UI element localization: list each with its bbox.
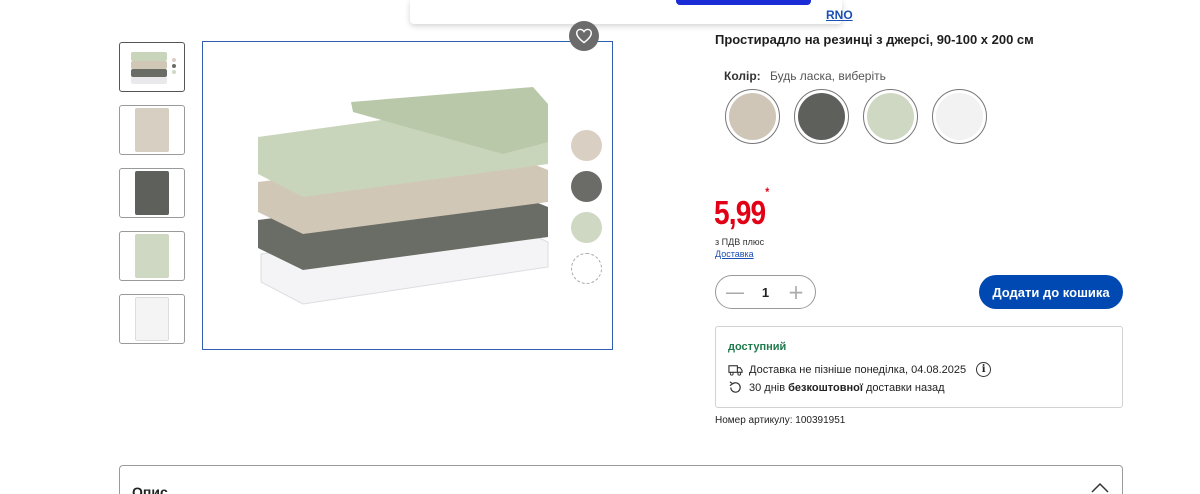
price: 5,99* — [714, 185, 769, 232]
return-text: 30 днів безкоштовної доставки назад — [749, 381, 945, 394]
delivery-link[interactable]: Доставка — [715, 249, 754, 259]
color-swatch-grey[interactable] — [794, 89, 849, 144]
thumbnail-4[interactable] — [119, 231, 185, 281]
color-dot-beige — [571, 130, 602, 161]
delivery-date-text: Доставка не пізніше понеділка, 04.08.202… — [749, 363, 967, 376]
color-swatch-white[interactable] — [932, 89, 987, 144]
popup-button[interactable] — [676, 0, 811, 5]
description-title: Опис — [132, 484, 168, 494]
quantity-increase-button[interactable]: + — [786, 280, 806, 304]
color-dot-green — [571, 212, 602, 243]
thumbnail-5[interactable] — [119, 294, 185, 344]
color-value: Будь ласка, виберіть — [769, 69, 886, 83]
info-icon[interactable]: i — [976, 362, 992, 377]
sheet-stack-illustration — [258, 87, 549, 305]
thumbnail-list — [119, 42, 185, 357]
color-dot-white — [571, 253, 602, 284]
quantity-stepper: — 1 + — [715, 275, 816, 309]
description-accordion[interactable]: Опис — [119, 465, 1123, 494]
thumbnail-stack-image — [131, 52, 176, 84]
return-icon — [728, 380, 743, 395]
wishlist-button[interactable] — [569, 21, 599, 51]
thumbnail-1[interactable] — [119, 42, 185, 92]
truck-icon — [728, 362, 743, 377]
color-label: Колір: — [724, 69, 761, 83]
color-selector-label: Колір: Будь ласка, виберіть — [724, 69, 886, 83]
vat-text: з ПДВ плюс — [715, 237, 765, 247]
brand-link[interactable]: RNO — [826, 8, 853, 22]
thumbnail-grey-swatch — [135, 171, 169, 215]
thumbnail-green-swatch — [135, 234, 169, 278]
price-amount: 5,99 — [714, 194, 766, 231]
product-title: Простирадло на резинці з джерсі, 90-100 … — [715, 32, 1034, 47]
heart-icon — [575, 28, 593, 44]
add-to-cart-button[interactable]: Додати до кошика — [979, 275, 1123, 309]
return-info: 30 днів безкоштовної доставки назад — [728, 380, 945, 395]
thumbnail-beige-swatch — [135, 108, 169, 152]
chevron-up-icon — [1091, 482, 1109, 493]
color-swatch-green[interactable] — [863, 89, 918, 144]
overlay-popup — [410, 0, 842, 24]
delivery-info: Доставка не пізніше понеділка, 04.08.202… — [728, 362, 992, 377]
availability-status: доступний — [728, 341, 787, 353]
price-asterisk: * — [765, 185, 769, 199]
color-swatch-beige[interactable] — [725, 89, 780, 144]
thumbnail-3[interactable] — [119, 168, 185, 218]
quantity-decrease-button[interactable]: — — [725, 280, 745, 304]
availability-box: доступний Доставка не пізніше понеділка,… — [715, 326, 1123, 408]
color-dot-list — [571, 130, 602, 294]
color-swatches — [725, 89, 987, 144]
main-product-image[interactable] — [202, 41, 613, 350]
thumbnail-white-swatch — [135, 297, 169, 341]
article-number: Номер артикулу: 100391951 — [715, 415, 846, 426]
color-dot-grey — [571, 171, 602, 202]
quantity-value[interactable]: 1 — [762, 285, 769, 300]
thumbnail-2[interactable] — [119, 105, 185, 155]
